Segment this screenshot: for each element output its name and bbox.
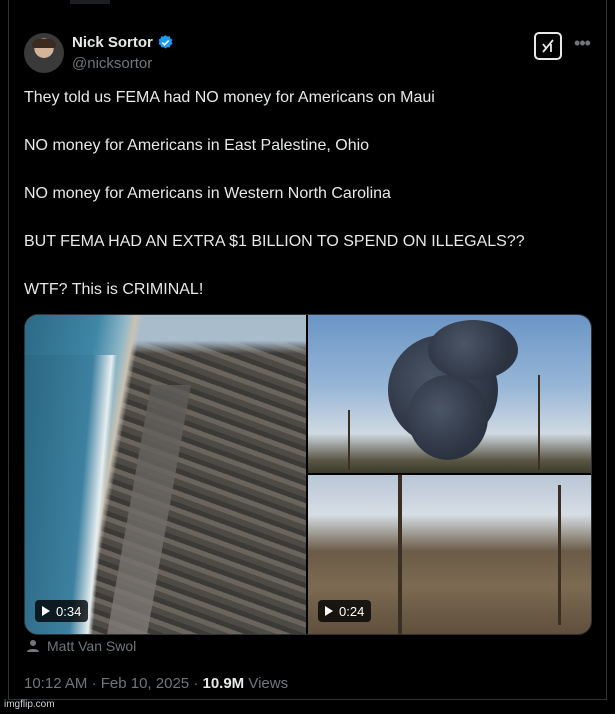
previous-header-fragment [70,0,110,4]
grok-icon [542,39,554,53]
smoke-plume [428,320,518,380]
image-thumbnail-east-palestine[interactable] [308,315,591,473]
tweet-text: They told us FEMA had NO money for Ameri… [24,88,584,328]
author-name-row: Nick Sortor [72,34,174,51]
tweet-date[interactable]: Feb 10, 2025 [101,675,189,692]
tree [348,410,350,470]
smoke-plume [408,375,488,460]
play-icon [325,606,333,616]
tweet-line: NO money for Americans in Western North … [24,185,391,202]
tweet-time[interactable]: 10:12 AM [24,675,87,692]
video-duration-badge: 0:24 [318,600,372,622]
tweet-line: WTF? This is CRIMINAL! [24,281,204,298]
views-count: 10.9M [202,675,245,692]
meta-separator: · [193,675,199,692]
tree [538,375,540,470]
tree [558,485,561,625]
video-thumbnail-maui[interactable] [25,315,306,634]
author-handle[interactable]: @nicksortor [72,55,152,72]
tagged-user[interactable]: Matt Van Swol [26,638,136,654]
tweet-line: They told us FEMA had NO money for Ameri… [24,89,435,106]
grok-button[interactable] [534,32,562,60]
tweet-line: NO money for Americans in East Palestine… [24,137,370,154]
meta-separator: · [91,675,97,692]
person-icon [27,640,39,652]
video-duration-badge: 0:34 [35,600,89,622]
views-label: Views [248,675,289,692]
tweet-line: BUT FEMA HAD AN EXTRA $1 BILLION TO SPEN… [24,233,525,250]
play-icon [42,606,50,616]
author-name[interactable]: Nick Sortor [72,34,153,51]
more-icon[interactable]: ••• [570,34,594,58]
media-divider [308,473,591,475]
tagged-user-name: Matt Van Swol [47,638,137,654]
tweet-meta: 10:12 AM · Feb 10, 2025 · 10.9M Views [24,675,288,692]
media-grid: 0:34 0:24 [24,314,592,635]
duration-text: 0:24 [339,603,365,619]
avatar[interactable] [24,33,64,73]
verified-badge-icon [158,35,173,49]
duration-text: 0:34 [56,603,82,619]
tree [398,475,402,634]
shoreline [25,355,125,634]
watermark: imgflip.com [4,699,55,710]
